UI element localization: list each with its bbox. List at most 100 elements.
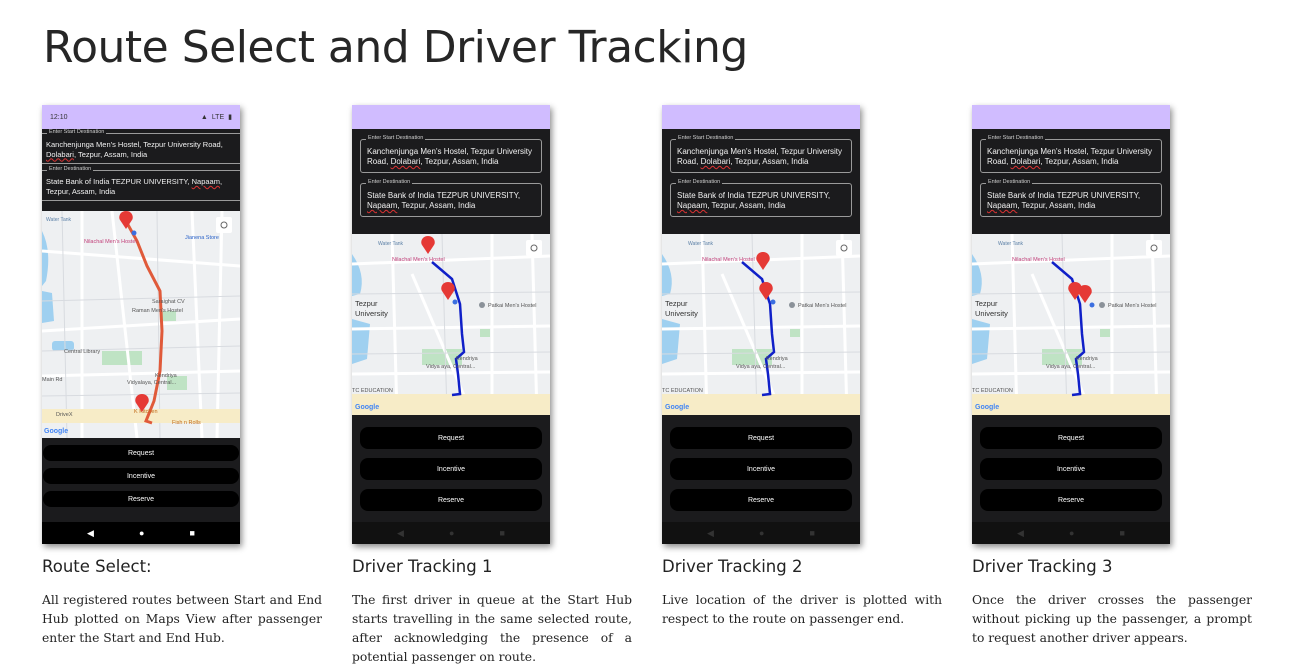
start-destination-label: Enter Start Destination [676,135,736,141]
action-buttons: Request Incentive Reserve [662,427,860,519]
map-view[interactable]: Water Tank Nilachal Men's Hostel Tezpur … [352,234,550,415]
route-form: Enter Start Destination Kanchenjunga Men… [42,129,240,201]
phone-screen-driver-tracking: Enter Start Destination Kanchenjunga Men… [972,105,1170,544]
android-nav-bar: ◀ ● ■ [662,522,860,544]
android-nav-bar: ◀ ● ■ [972,522,1170,544]
destination-label: Enter Destination [986,179,1033,185]
svg-text:Tezpur: Tezpur [665,299,688,308]
svg-text:Vidyalaya, Central...: Vidyalaya, Central... [127,380,177,386]
svg-text:Patkai Men's Hostel: Patkai Men's Hostel [798,303,846,309]
incentive-button[interactable]: Incentive [360,458,542,480]
svg-text:Main Rd: Main Rd [42,377,62,383]
incentive-button[interactable]: Incentive [43,468,239,484]
recent-apps-icon[interactable]: ■ [190,528,195,538]
map-canvas: Water Tank Nilachal Men's Hostel Tezpur … [352,234,550,415]
home-icon[interactable]: ● [759,528,764,538]
caption-body-1: All registered routes between Start and … [42,593,322,645]
start-destination-field[interactable]: Enter Start Destination Kanchenjunga Men… [42,129,240,164]
incentive-button[interactable]: Incentive [980,458,1162,480]
request-button[interactable]: Request [670,427,852,449]
status-bar [662,105,860,129]
home-icon[interactable]: ● [1069,528,1074,538]
destination-value: State Bank of India TEZPUR UNIVERSITY, N… [46,177,223,196]
action-buttons: Request Incentive Reserve [972,427,1170,519]
reserve-button[interactable]: Reserve [670,489,852,511]
caption-body-3: Live location of the driver is plotted w… [662,593,942,626]
phone-screen-driver-tracking: Enter Start Destination Kanchenjunga Men… [662,105,860,544]
start-destination-field[interactable]: Enter Start Destination Kanchenjunga Men… [360,135,542,173]
map-view[interactable]: Water Tank Nilachal Men's Hostel Jianena… [42,211,240,438]
svg-text:Google: Google [355,404,379,411]
reserve-button[interactable]: Reserve [43,491,239,507]
home-icon[interactable]: ● [139,528,144,538]
svg-text:TC EDUCATION: TC EDUCATION [972,388,1013,394]
recent-apps-icon[interactable]: ■ [1120,528,1125,538]
svg-text:Patkai Men's Hostel: Patkai Men's Hostel [1108,303,1156,309]
svg-text:Water Tank: Water Tank [46,217,72,223]
recent-apps-icon[interactable]: ■ [810,528,815,538]
request-button[interactable]: Request [360,427,542,449]
svg-text:Water Tank: Water Tank [688,241,714,247]
back-icon[interactable]: ◀ [707,528,714,539]
svg-text:Nilachal Men's Hostel: Nilachal Men's Hostel [392,257,445,263]
my-location-dot-icon [1089,302,1095,308]
destination-field[interactable]: Enter Destination State Bank of India TE… [980,179,1162,217]
map-canvas: Water Tank Nilachal Men's Hostel Tezpur … [972,234,1170,415]
start-destination-field[interactable]: Enter Start Destination Kanchenjunga Men… [670,135,852,173]
svg-text:Water Tank: Water Tank [998,241,1024,247]
destination-field[interactable]: Enter Destination State Bank of India TE… [360,179,542,217]
svg-text:Water Tank: Water Tank [378,241,404,247]
panel-route-select: 12:10 ▲ LTE ▮ Enter Start Destination Ka… [42,105,322,645]
my-location-dot-icon [770,299,776,305]
svg-text:Raman Men's Hostel: Raman Men's Hostel [132,308,183,314]
svg-text:Patkai Men's Hostel: Patkai Men's Hostel [488,303,536,309]
reserve-button[interactable]: Reserve [980,489,1162,511]
panel-driver-tracking-1: Enter Start Destination Kanchenjunga Men… [352,105,632,664]
destination-label: Enter Destination [676,179,723,185]
start-destination-label: Enter Start Destination [986,135,1046,141]
battery-icon: ▮ [228,114,232,121]
phone-screen-driver-tracking: Enter Start Destination Kanchenjunga Men… [352,105,550,544]
request-button[interactable]: Request [980,427,1162,449]
signal-icon: ▲ [200,113,208,121]
svg-text:Vidya aya, Central...: Vidya aya, Central... [426,364,476,370]
slide-title: Route Select and Driver Tracking [43,22,748,73]
svg-text:TC EDUCATION: TC EDUCATION [662,388,703,394]
back-icon[interactable]: ◀ [1017,528,1024,539]
destination-value: State Bank of India TEZPUR UNIVERSITY, N… [677,191,831,210]
status-bar: 12:10 ▲ LTE ▮ [42,105,240,129]
start-destination-field[interactable]: Enter Start Destination Kanchenjunga Men… [980,135,1162,173]
my-location-dot-icon [452,299,458,305]
svg-text:Jianena Store: Jianena Store [185,235,219,241]
svg-text:Kendriya: Kendriya [456,356,479,362]
caption-title-4: Driver Tracking 3 [972,557,1113,576]
action-buttons: Request Incentive Reserve [42,445,240,515]
back-icon[interactable]: ◀ [397,528,404,539]
caption-body-2: The first driver in queue at the Start H… [352,593,632,664]
recent-apps-icon[interactable]: ■ [500,528,505,538]
svg-text:Vidya aya, Central...: Vidya aya, Central... [736,364,786,370]
panel-driver-tracking-2: Enter Start Destination Kanchenjunga Men… [662,105,942,626]
svg-text:Vidya aya, Central...: Vidya aya, Central... [1046,364,1096,370]
start-destination-label: Enter Start Destination [47,129,107,135]
back-icon[interactable]: ◀ [87,528,94,539]
svg-text:K Kitchen: K Kitchen [134,409,158,415]
svg-text:Google: Google [975,404,999,411]
map-label-nilachal: Nilachal Men's Hostel [84,239,137,245]
destination-label: Enter Destination [366,179,413,185]
panel-driver-tracking-3: Enter Start Destination Kanchenjunga Men… [972,105,1252,645]
network-type: LTE [211,113,225,121]
destination-field[interactable]: Enter Destination State Bank of India TE… [670,179,852,217]
status-bar [972,105,1170,129]
map-canvas: Water Tank Nilachal Men's Hostel Jianena… [42,211,240,438]
status-time: 12:10 [50,113,68,121]
map-view[interactable]: Water Tank Nilachal Men's Hostel Tezpur … [972,234,1170,415]
map-view[interactable]: Water Tank Nilachal Men's Hostel Tezpur … [662,234,860,415]
request-button[interactable]: Request [43,445,239,461]
svg-text:University: University [975,309,1008,318]
destination-field[interactable]: Enter Destination State Bank of India TE… [42,166,240,201]
incentive-button[interactable]: Incentive [670,458,852,480]
svg-text:Kendriya: Kendriya [1076,356,1099,362]
reserve-button[interactable]: Reserve [360,489,542,511]
home-icon[interactable]: ● [449,528,454,538]
